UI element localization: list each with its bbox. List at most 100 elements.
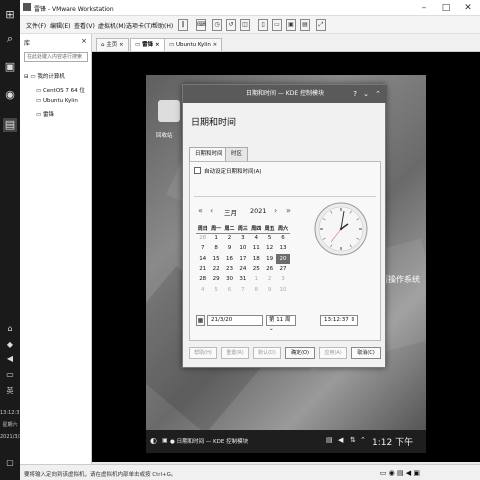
defaults-button[interactable]: 默认(D) xyxy=(253,347,281,359)
guest-network-icon[interactable]: ⇅ xyxy=(350,436,356,444)
reset-button[interactable]: 重置(R) xyxy=(221,347,249,359)
guest-clock[interactable]: 1:12 下午 xyxy=(372,435,413,448)
guest-volume-icon[interactable]: ◀ xyxy=(338,436,343,444)
calendar-day[interactable]: 3 xyxy=(276,274,289,284)
menu-tabs[interactable]: 选项卡(T) xyxy=(126,21,152,30)
help-button[interactable]: 帮助(H) xyxy=(189,347,217,359)
tab-vm-leifeng[interactable]: ▭ 雷锋 × xyxy=(130,38,165,51)
calendar-day[interactable]: 24 xyxy=(236,264,249,274)
calendar-day[interactable]: 20 xyxy=(276,253,290,264)
calendar-day[interactable]: 30 xyxy=(223,274,236,284)
menu-edit[interactable]: 编辑(E) xyxy=(50,21,70,30)
calendar-day[interactable]: 1 xyxy=(209,233,222,243)
library-vm-item[interactable]: ▭ Ubuntu Kylin xyxy=(36,98,78,104)
time-input[interactable]: 13:12:37 ⇕ xyxy=(320,315,358,326)
tray-speaker-icon[interactable]: ◀ xyxy=(3,352,17,366)
library-vm-item[interactable]: ▭ CentOS 7 64 位 xyxy=(36,86,85,94)
show-desktop-icon[interactable]: ▣ xyxy=(162,437,168,444)
calendar-day[interactable]: 2 xyxy=(263,274,276,284)
ok-button[interactable]: 确定(O) xyxy=(285,347,315,359)
calendar-year[interactable]: 2021 xyxy=(250,207,267,215)
tab-vm-ubuntu-kylin[interactable]: ▭ Ubuntu Kylin × xyxy=(164,38,223,51)
minimize-icon[interactable]: – xyxy=(414,2,434,14)
calendar-day[interactable]: 8 xyxy=(209,243,222,253)
calendar-day[interactable]: 12 xyxy=(263,243,276,253)
snapshot-restore-icon[interactable]: ↺ xyxy=(226,19,236,31)
view-fullscreen-icon[interactable]: ▣ xyxy=(286,19,296,31)
windows-start-icon[interactable]: ⊞ xyxy=(3,8,17,22)
dialog-help-icon[interactable]: ? xyxy=(353,85,357,103)
calendar-day[interactable]: 29 xyxy=(209,274,222,284)
pause-icon[interactable]: ‖ xyxy=(178,19,188,31)
view-library-icon[interactable]: ▯ xyxy=(258,19,268,31)
maximize-icon[interactable]: □ xyxy=(436,2,456,14)
calendar-day[interactable]: 6 xyxy=(276,233,289,243)
calendar-day[interactable]: 19 xyxy=(263,254,276,264)
calendar-day[interactable]: 10 xyxy=(236,243,249,253)
calendar-day[interactable]: 18 xyxy=(250,254,263,264)
calendar-day[interactable]: 28 xyxy=(196,274,209,284)
calendar-day[interactable]: 22 xyxy=(209,264,222,274)
library-search-input[interactable]: 在此处键入内容进行搜索 xyxy=(24,52,88,62)
apply-button[interactable]: 应用(A) xyxy=(319,347,347,359)
calendar-day[interactable]: 21 xyxy=(196,264,209,274)
calendar-day[interactable]: 14 xyxy=(196,254,209,264)
menu-help[interactable]: 帮助(H) xyxy=(152,21,173,30)
calendar-day[interactable]: 1 xyxy=(250,274,263,284)
calendar-day[interactable]: 31 xyxy=(236,274,249,284)
send-keys-icon[interactable]: ⌨ xyxy=(196,19,206,31)
guest-task-item[interactable]: ● 日期和时间 — KDE 控制模块 xyxy=(170,437,248,445)
library-root[interactable]: ⊟ ▭ 我的计算机 xyxy=(24,72,65,80)
calendar-day[interactable]: 17 xyxy=(236,254,249,264)
vmware-icon[interactable]: ▤ xyxy=(3,118,17,132)
view-thumbnail-icon[interactable]: ▭ xyxy=(272,19,282,31)
calendar-day[interactable]: 16 xyxy=(223,254,236,264)
calendar-day[interactable]: 9 xyxy=(223,243,236,253)
cancel-button[interactable]: 取消(C) xyxy=(351,347,381,359)
calendar-day[interactable]: 27 xyxy=(276,264,289,274)
host-clock-time[interactable]: 13:12:37 xyxy=(0,410,22,416)
library-close-icon[interactable]: × xyxy=(81,37,87,45)
notification-icon[interactable]: ▢ xyxy=(3,456,17,470)
week-select[interactable]: 第 11 周 ⌄ xyxy=(266,315,296,332)
snapshot-icon[interactable]: ◷ xyxy=(212,19,222,31)
calendar-day[interactable]: 25 xyxy=(250,264,263,274)
auto-datetime-checkbox[interactable] xyxy=(194,167,201,174)
close-icon[interactable]: ✕ xyxy=(458,2,478,14)
menu-view[interactable]: 查看(V) xyxy=(74,21,95,30)
tab-datetime[interactable]: 日期和时间 xyxy=(189,147,229,161)
ime-indicator[interactable]: 英 xyxy=(0,388,20,395)
calendar-day[interactable]: 4 xyxy=(196,284,209,294)
calendar-day[interactable]: 5 xyxy=(209,284,222,294)
view-unity-icon[interactable]: ▤ xyxy=(300,19,310,31)
trash-icon[interactable] xyxy=(158,100,180,122)
tray-network-icon[interactable]: ◆ xyxy=(3,338,17,352)
calendar-day[interactable]: 11 xyxy=(250,243,263,253)
menu-file[interactable]: 文件(F) xyxy=(26,21,46,30)
next-year-icon[interactable]: » xyxy=(286,206,291,215)
calendar-popup-button[interactable]: ▦ xyxy=(196,315,205,326)
calendar-day[interactable]: 9 xyxy=(263,284,276,294)
menu-vm[interactable]: 虚拟机(M) xyxy=(98,21,126,30)
tray-battery-icon[interactable]: ▭ xyxy=(3,368,17,382)
view-stretch-icon[interactable]: ⤢ xyxy=(316,19,326,31)
dialog-minimize-icon[interactable]: ⌄ xyxy=(363,85,369,103)
calendar-day[interactable]: 3 xyxy=(236,233,249,243)
prev-year-icon[interactable]: « xyxy=(198,206,203,215)
calendar-month[interactable]: 三月 xyxy=(224,207,237,217)
calendar-day[interactable]: 10 xyxy=(276,284,289,294)
guest-tray-icon[interactable]: ▤ xyxy=(326,436,333,444)
device-icons[interactable]: ▭ ◉ ▤ ◀ ▣ xyxy=(380,469,420,477)
calendar-day[interactable]: 23 xyxy=(223,264,236,274)
calendar-day[interactable]: 26 xyxy=(263,264,276,274)
calendar-day[interactable]: 6 xyxy=(223,284,236,294)
kylin-menu-icon[interactable]: ◐ xyxy=(150,436,157,445)
app-icon-1[interactable]: ▣ xyxy=(3,60,17,74)
calendar-day[interactable]: 5 xyxy=(263,233,276,243)
calendar-day[interactable]: 28 xyxy=(196,233,209,243)
calendar-day[interactable]: 7 xyxy=(236,284,249,294)
calendar-day[interactable]: 15 xyxy=(209,254,222,264)
dialog-maximize-icon[interactable]: ⌃ xyxy=(375,85,381,103)
tab-home[interactable]: ⌂ 主页 × xyxy=(96,38,129,51)
guest-expand-icon[interactable]: ⌃ xyxy=(360,436,366,444)
